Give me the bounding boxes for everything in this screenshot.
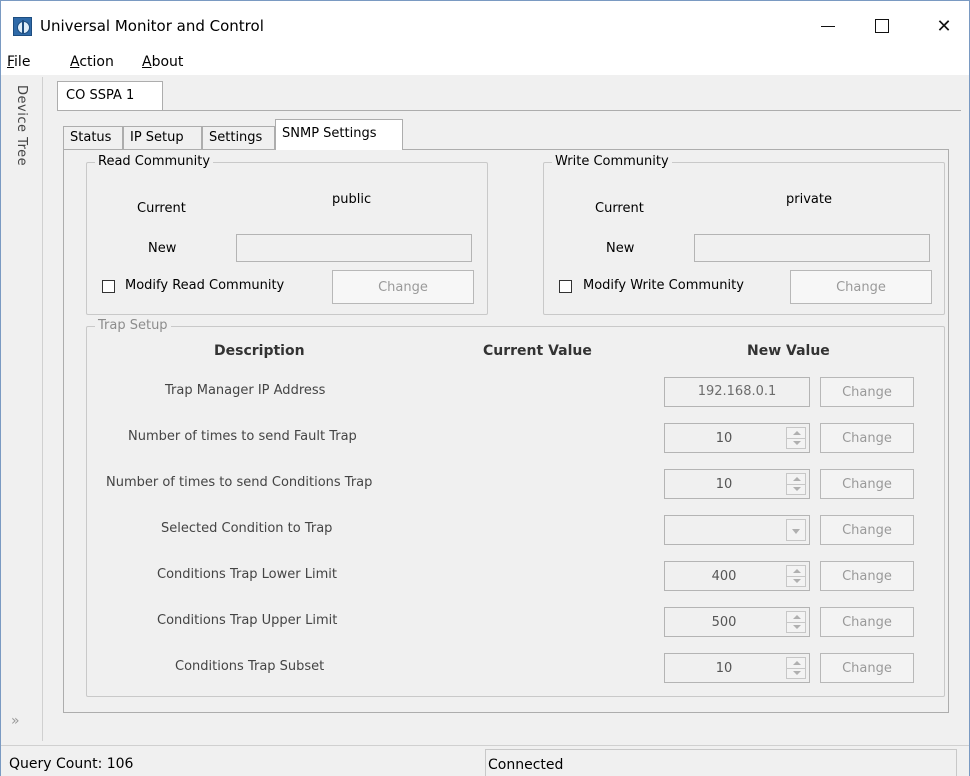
write-current-label: Current	[595, 201, 644, 216]
expand-chevron-icon[interactable]: »	[11, 713, 20, 729]
spinner-arrows-icon[interactable]	[786, 611, 806, 633]
menu-action[interactable]: Action	[70, 54, 114, 70]
trap-setup-legend: Trap Setup	[95, 318, 171, 333]
tab-settings[interactable]: Settings	[202, 126, 275, 149]
trap-manager-ip-input[interactable]: 192.168.0.1	[664, 377, 810, 407]
write-new-label: New	[606, 241, 635, 256]
maximize-icon	[875, 19, 889, 33]
app-icon	[13, 17, 32, 36]
read-new-input[interactable]	[236, 234, 472, 262]
trap-subset-label: Conditions Trap Subset	[175, 659, 325, 674]
connection-status: Connected	[485, 749, 957, 776]
conditions-trap-count-spinner[interactable]: 10	[664, 469, 810, 499]
modify-read-community-label[interactable]: Modify Read Community	[125, 278, 284, 293]
menu-about[interactable]: About	[142, 54, 183, 70]
tab-snmp-settings[interactable]: SNMP Settings	[275, 119, 403, 150]
write-current-value: private	[786, 192, 832, 207]
maximize-button[interactable]	[859, 1, 905, 51]
query-count-status: Query Count: 106	[7, 749, 485, 776]
modify-read-community-checkbox[interactable]	[102, 280, 115, 293]
fault-trap-count-label: Number of times to send Fault Trap	[128, 429, 357, 444]
title-bar: Universal Monitor and Control ✕	[1, 1, 969, 51]
device-tab-co-sspa-1[interactable]: CO SSPA 1	[57, 81, 163, 111]
device-tree-panel[interactable]: Device Tree »	[1, 77, 43, 741]
tab-status[interactable]: Status	[63, 126, 123, 149]
selected-condition-dropdown[interactable]	[664, 515, 810, 545]
modify-write-community-checkbox[interactable]	[559, 280, 572, 293]
new-value-header: New Value	[747, 343, 830, 359]
fault-trap-count-change-button[interactable]: Change	[820, 423, 914, 453]
chevron-down-icon[interactable]	[786, 519, 806, 541]
description-header: Description	[214, 343, 305, 359]
app-window: Universal Monitor and Control ✕ File Act…	[0, 0, 970, 776]
fault-trap-count-spinner[interactable]: 10	[664, 423, 810, 453]
write-change-button[interactable]: Change	[790, 270, 932, 304]
close-icon: ✕	[936, 15, 952, 37]
spinner-arrows-icon[interactable]	[786, 657, 806, 679]
lower-limit-change-button[interactable]: Change	[820, 561, 914, 591]
menu-bar: File Action About	[1, 51, 969, 75]
spinner-arrows-icon[interactable]	[786, 565, 806, 587]
upper-limit-change-button[interactable]: Change	[820, 607, 914, 637]
write-community-legend: Write Community	[552, 154, 672, 169]
read-change-button[interactable]: Change	[332, 270, 474, 304]
status-bar: Query Count: 106 Connected	[1, 745, 969, 776]
read-community-legend: Read Community	[95, 154, 214, 169]
minimize-button[interactable]	[805, 1, 851, 51]
read-current-value: public	[332, 192, 372, 207]
menu-file[interactable]: File	[7, 54, 30, 70]
tab-ip-setup[interactable]: IP Setup	[123, 126, 202, 149]
lower-limit-label: Conditions Trap Lower Limit	[157, 567, 337, 582]
current-value-header: Current Value	[483, 343, 592, 359]
read-new-label: New	[148, 241, 177, 256]
conditions-trap-count-label: Number of times to send Conditions Trap	[106, 475, 373, 490]
conditions-trap-count-change-button[interactable]: Change	[820, 469, 914, 499]
close-button[interactable]: ✕	[921, 1, 967, 51]
device-tab-label: CO SSPA 1	[66, 88, 135, 103]
selected-condition-change-button[interactable]: Change	[820, 515, 914, 545]
spinner-arrows-icon[interactable]	[786, 473, 806, 495]
spinner-arrows-icon[interactable]	[786, 427, 806, 449]
lower-limit-spinner[interactable]: 400	[664, 561, 810, 591]
trap-subset-change-button[interactable]: Change	[820, 653, 914, 683]
trap-manager-ip-label: Trap Manager IP Address	[165, 383, 326, 398]
upper-limit-label: Conditions Trap Upper Limit	[157, 613, 338, 628]
upper-limit-spinner[interactable]: 500	[664, 607, 810, 637]
window-title: Universal Monitor and Control	[40, 17, 264, 35]
trap-subset-spinner[interactable]: 10	[664, 653, 810, 683]
modify-write-community-label[interactable]: Modify Write Community	[583, 278, 744, 293]
write-new-input[interactable]	[694, 234, 930, 262]
selected-condition-label: Selected Condition to Trap	[161, 521, 333, 536]
trap-setup-group: Trap Setup	[86, 318, 945, 697]
read-current-label: Current	[137, 201, 186, 216]
minimize-icon	[821, 25, 835, 27]
trap-manager-ip-change-button[interactable]: Change	[820, 377, 914, 407]
device-tree-label[interactable]: Device Tree	[14, 85, 29, 166]
